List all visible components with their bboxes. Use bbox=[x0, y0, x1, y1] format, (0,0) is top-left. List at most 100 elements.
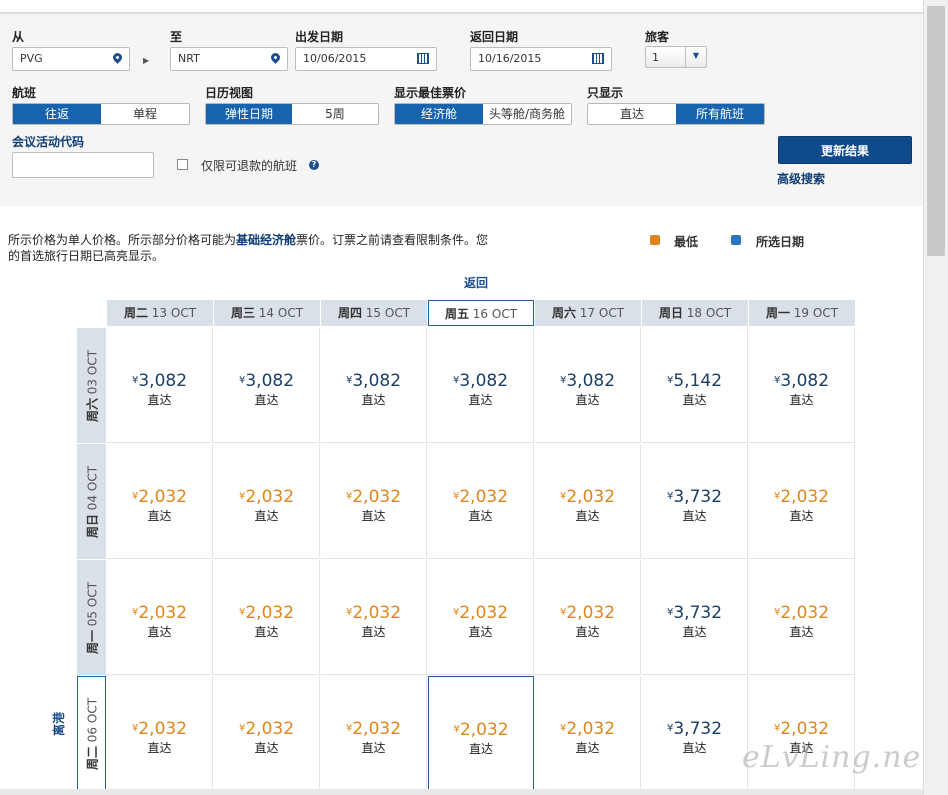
stop-type: 直达 bbox=[361, 741, 386, 755]
from-input[interactable]: PVG bbox=[12, 47, 130, 71]
filter-option-all[interactable]: 所有航班 bbox=[676, 104, 764, 124]
column-weekday: 周四 bbox=[337, 306, 362, 320]
update-results-button[interactable]: 更新结果 bbox=[778, 136, 912, 164]
return-date-header[interactable]: 周一 19 OCT bbox=[749, 300, 855, 326]
fare-price: ¥3,082 bbox=[428, 372, 533, 390]
fare-cell[interactable]: ¥3,732 直达 bbox=[642, 560, 748, 675]
fare-cell[interactable]: ¥3,082 直达 bbox=[749, 328, 855, 443]
fare-price: ¥2,032 bbox=[535, 720, 640, 738]
fare-cell[interactable]: ¥2,032 直达 bbox=[321, 676, 427, 791]
return-date-header[interactable]: 周六 17 OCT bbox=[535, 300, 641, 326]
price-amount: 3,732 bbox=[673, 603, 723, 623]
fare-price: ¥3,082 bbox=[107, 372, 212, 390]
price-amount: 2,032 bbox=[459, 603, 509, 623]
price-amount: 3,082 bbox=[138, 371, 188, 391]
price-amount: 3,732 bbox=[673, 719, 723, 739]
promo-code-label: 会议活动代码 bbox=[12, 135, 85, 149]
promo-code-input[interactable] bbox=[12, 152, 154, 178]
row-date-label: 周六 03 OCT bbox=[83, 349, 100, 421]
fare-cell[interactable]: ¥2,032 直达 bbox=[535, 560, 641, 675]
fare-cell[interactable]: ¥2,032 直达 bbox=[428, 560, 534, 675]
fare-cell[interactable]: ¥3,082 直达 bbox=[214, 328, 320, 443]
fare-cell[interactable]: ¥2,032 直达 bbox=[749, 560, 855, 675]
calendar-option-5weeks[interactable]: 5周 bbox=[292, 104, 378, 124]
help-icon[interactable]: ? bbox=[309, 160, 319, 170]
fare-cell[interactable]: ¥3,732 直达 bbox=[642, 676, 748, 791]
bottom-scrollbar[interactable] bbox=[0, 789, 924, 795]
cabin-option-economy[interactable]: 经济舱 bbox=[395, 104, 483, 124]
stop-type: 直达 bbox=[147, 509, 172, 523]
advanced-search-link[interactable]: 高级搜索 bbox=[777, 170, 825, 187]
fare-cell[interactable]: ¥2,032 直达 bbox=[107, 676, 213, 791]
fare-cell[interactable]: ¥2,032 直达 bbox=[321, 560, 427, 675]
fare-cell[interactable]: ¥3,082 直达 bbox=[535, 328, 641, 443]
trip-option-roundtrip[interactable]: 往返 bbox=[13, 104, 101, 124]
scrollbar-track[interactable] bbox=[923, 0, 948, 795]
filter-option-nonstop[interactable]: 直达 bbox=[588, 104, 676, 124]
calendar-icon[interactable] bbox=[592, 53, 604, 64]
depart-date-input[interactable]: 10/06/2015 bbox=[295, 47, 437, 71]
stop-type: 直达 bbox=[682, 625, 707, 639]
trip-type-toggle: 往返 单程 bbox=[12, 103, 190, 125]
calendar-icon[interactable] bbox=[417, 53, 429, 64]
fare-cell[interactable]: ¥2,032 直达 bbox=[214, 560, 320, 675]
fare-cell[interactable]: ¥3,082 直达 bbox=[428, 328, 534, 443]
depart-date-header[interactable]: 周六 03 OCT bbox=[77, 328, 106, 443]
chevron-down-icon[interactable]: ▼ bbox=[685, 47, 706, 67]
price-amount: 2,032 bbox=[138, 603, 188, 623]
trip-type-label: 航班 bbox=[12, 86, 37, 100]
stop-type: 直达 bbox=[468, 625, 493, 639]
stop-type: 直达 bbox=[682, 393, 707, 407]
price-amount: 2,032 bbox=[352, 487, 402, 507]
fare-cell[interactable]: ¥3,082 直达 bbox=[107, 328, 213, 443]
fare-cell[interactable]: ¥2,032 直达 bbox=[107, 444, 213, 559]
trip-option-oneway[interactable]: 单程 bbox=[101, 104, 189, 124]
fare-cell[interactable]: ¥2,032 直达 bbox=[428, 444, 534, 559]
flight-filter-toggle: 直达 所有航班 bbox=[587, 103, 765, 125]
refundable-checkbox[interactable] bbox=[177, 159, 188, 170]
legend-lowest-swatch bbox=[650, 235, 660, 245]
row-date-label: 周日 04 OCT bbox=[83, 465, 100, 537]
column-date: 14 OCT bbox=[258, 306, 304, 320]
fare-cell[interactable]: ¥2,032 直达 bbox=[214, 444, 320, 559]
fare-price: ¥2,032 bbox=[321, 604, 426, 622]
passengers-label: 旅客 bbox=[645, 30, 670, 44]
depart-date-header[interactable]: 周二 06 OCT bbox=[77, 676, 106, 791]
fare-cell[interactable]: ¥2,032 直达 bbox=[535, 444, 641, 559]
scrollbar-thumb[interactable] bbox=[927, 6, 945, 256]
price-amount: 2,032 bbox=[780, 719, 830, 739]
basic-economy-link[interactable]: 基础经济舱 bbox=[236, 233, 296, 247]
to-input[interactable]: NRT bbox=[170, 47, 288, 71]
stop-type: 直达 bbox=[254, 393, 279, 407]
return-date-header[interactable]: 周五 16 OCT bbox=[428, 300, 534, 326]
price-amount: 2,032 bbox=[780, 603, 830, 623]
return-date-header[interactable]: 周四 15 OCT bbox=[321, 300, 427, 326]
fare-cell[interactable]: ¥3,732 直达 bbox=[642, 444, 748, 559]
depart-date-header[interactable]: 周一 05 OCT bbox=[77, 560, 106, 675]
cabin-option-first-business[interactable]: 头等舱/商务舱 bbox=[483, 104, 571, 124]
fare-cell[interactable]: ¥2,032 直达 bbox=[214, 676, 320, 791]
fare-cell[interactable]: ¥2,032 直达 bbox=[321, 444, 427, 559]
price-amount: 2,032 bbox=[245, 487, 295, 507]
price-amount: 2,032 bbox=[780, 487, 830, 507]
fare-cell[interactable]: ¥2,032 直达 bbox=[535, 676, 641, 791]
calendar-option-flexible[interactable]: 弹性日期 bbox=[206, 104, 292, 124]
depart-date-value: 10/06/2015 bbox=[303, 52, 367, 65]
return-date-header[interactable]: 周三 14 OCT bbox=[214, 300, 320, 326]
stop-type: 直达 bbox=[254, 509, 279, 523]
row-weekday: 周日 bbox=[85, 513, 99, 538]
fare-cell[interactable]: ¥2,032 直达 bbox=[428, 676, 534, 791]
fare-cell[interactable]: ¥2,032 直达 bbox=[107, 560, 213, 675]
fare-cell[interactable]: ¥3,082 直达 bbox=[321, 328, 427, 443]
column-date: 16 OCT bbox=[472, 307, 518, 321]
fare-cell[interactable]: ¥5,142 直达 bbox=[642, 328, 748, 443]
depart-axis-label: 离港 bbox=[52, 711, 66, 736]
return-date-input[interactable]: 10/16/2015 bbox=[470, 47, 612, 71]
price-disclaimer: 所示价格为单人价格。所示部分价格可能为基础经济舱票价。订票之前请查看限制条件。您… bbox=[8, 232, 494, 264]
price-amount: 2,032 bbox=[352, 603, 402, 623]
depart-date-header[interactable]: 周日 04 OCT bbox=[77, 444, 106, 559]
passengers-select[interactable]: 1 ▼ bbox=[645, 46, 707, 68]
return-date-header[interactable]: 周日 18 OCT bbox=[642, 300, 748, 326]
fare-cell[interactable]: ¥2,032 直达 bbox=[749, 444, 855, 559]
return-date-header[interactable]: 周二 13 OCT bbox=[107, 300, 213, 326]
